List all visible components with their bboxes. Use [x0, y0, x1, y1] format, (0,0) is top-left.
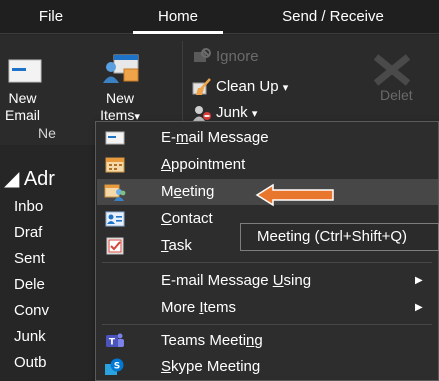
new-email-label-line2: Email	[4, 107, 40, 123]
email-message-icon	[105, 131, 125, 145]
ignore-icon	[194, 48, 211, 62]
meeting-tooltip: Meeting (Ctrl+Shift+Q)	[240, 223, 439, 251]
label-part: kype Meeting	[171, 358, 261, 375]
submenu-arrow-icon: ▶	[415, 275, 423, 286]
menu-item-label: Meeting	[161, 179, 214, 205]
ribbon-group-new-label: Ne	[38, 125, 56, 141]
menu-item-label: Appointment	[161, 152, 245, 178]
annotation-arrow-icon	[255, 183, 334, 207]
menu-item-email-message[interactable]: E-mail Message	[97, 125, 438, 151]
label-part: E-	[161, 129, 176, 146]
new-items-menu: E-mail Message Appointment Meeting Conta…	[95, 121, 439, 381]
folder-inbox[interactable]: Inbo	[14, 198, 43, 215]
access-key: C	[161, 210, 172, 227]
label-part: ppointment	[171, 156, 246, 173]
delete-label: Delet	[380, 87, 413, 103]
access-key: T	[161, 237, 169, 254]
account-header[interactable]: ◢ Adr	[4, 166, 55, 191]
new-items-icon	[103, 54, 139, 83]
folder-pane: ◢ Adr Inbo Draf Sent Dele Conv Junk Outb	[0, 146, 100, 381]
ignore-label: Ignore	[216, 48, 259, 65]
task-icon	[106, 237, 124, 255]
menu-item-label: Teams Meeting	[161, 328, 263, 354]
new-items-button[interactable]: New Items▾	[90, 43, 150, 133]
skype-icon: S	[105, 358, 124, 375]
menu-item-label: E-mail Message Using	[161, 268, 311, 294]
junk-label: Junk	[216, 104, 248, 121]
access-key: A	[161, 156, 172, 173]
delete-icon[interactable]	[370, 53, 414, 87]
envelope-icon	[8, 59, 42, 83]
access-key: U	[272, 272, 284, 289]
junk-icon	[193, 106, 211, 121]
menu-item-more-items[interactable]: More Items ▶	[97, 295, 438, 321]
label-part: Teams Meeti	[161, 332, 247, 349]
menu-item-label: Skype Meeting	[161, 354, 260, 380]
label-part: eting	[181, 183, 215, 200]
menu-item-skype-meeting[interactable]: S Skype Meeting	[97, 354, 438, 380]
menu-item-teams-meeting[interactable]: T Teams Meeting	[97, 328, 438, 354]
new-email-label-line1: New	[8, 90, 37, 106]
menu-item-email-message-using[interactable]: E-mail Message Using ▶	[97, 268, 438, 294]
svg-text:T: T	[109, 338, 116, 348]
clean-up-label: Clean Up	[216, 78, 279, 95]
access-key: S	[161, 358, 172, 375]
label-part: g	[254, 332, 263, 349]
menu-separator	[102, 324, 432, 325]
access-key: m	[176, 129, 189, 146]
label-part: More	[161, 299, 200, 316]
tab-file[interactable]: File	[26, 0, 76, 34]
folder-junk[interactable]: Junk	[14, 328, 46, 345]
menu-item-appointment[interactable]: Appointment	[97, 152, 438, 178]
folder-drafts[interactable]: Draf	[14, 224, 42, 241]
appointment-icon	[105, 157, 125, 173]
teams-icon: T	[106, 333, 124, 348]
tab-home[interactable]: Home	[133, 0, 223, 34]
folder-outbox[interactable]: Outb	[14, 354, 47, 371]
clean-up-label-wrap: Clean Up ▾	[216, 75, 288, 100]
contact-icon	[105, 211, 125, 227]
ribbon-tab-strip: File Home Send / Receive	[0, 0, 439, 34]
tab-send-receive[interactable]: Send / Receive	[263, 0, 403, 34]
label-part: ask	[168, 237, 192, 254]
menu-item-label: Task	[161, 233, 192, 259]
new-items-label-line1: New	[105, 90, 134, 106]
menu-item-label: E-mail Message	[161, 125, 269, 151]
new-email-button[interactable]: New Email	[0, 43, 45, 133]
menu-item-label: More Items	[161, 295, 236, 321]
label-part: sing	[283, 272, 312, 289]
menu-separator	[102, 262, 432, 263]
folder-conversation-history[interactable]: Conv	[14, 302, 49, 319]
label-part: ontact	[171, 210, 213, 227]
menu-item-label: Contact	[161, 206, 213, 232]
chevron-down-icon: ▾	[251, 108, 258, 120]
svg-text:S: S	[114, 362, 120, 372]
access-key: e	[173, 183, 182, 200]
folder-deleted[interactable]: Dele	[14, 276, 45, 293]
label-part: ail Message	[188, 129, 269, 146]
label-part: tems	[203, 299, 237, 316]
clean-up-icon	[192, 78, 211, 95]
label-part: M	[161, 183, 174, 200]
meeting-icon	[104, 184, 126, 201]
submenu-arrow-icon: ▶	[415, 302, 423, 313]
folder-sent[interactable]: Sent	[14, 250, 45, 267]
chevron-down-icon: ▾	[282, 82, 289, 94]
label-part: E-mail Message	[161, 272, 273, 289]
